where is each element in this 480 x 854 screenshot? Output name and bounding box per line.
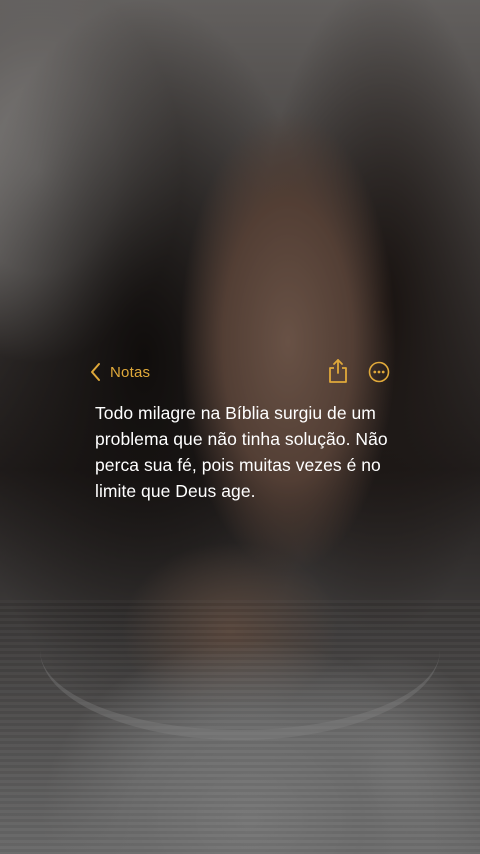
share-icon [327, 359, 349, 388]
screen: Notas Todo milagre na Bíblia surgiu de u… [0, 0, 480, 854]
back-button[interactable]: Notas [90, 358, 150, 386]
chevron-left-icon [90, 362, 102, 382]
notes-header: Notas [90, 354, 400, 390]
more-button[interactable] [368, 361, 390, 383]
back-label: Notas [110, 363, 151, 381]
note-text: Todo milagre na Bíblia surgiu de um prob… [95, 403, 388, 501]
share-button[interactable] [327, 358, 349, 384]
ellipsis-circle-icon [368, 361, 390, 387]
